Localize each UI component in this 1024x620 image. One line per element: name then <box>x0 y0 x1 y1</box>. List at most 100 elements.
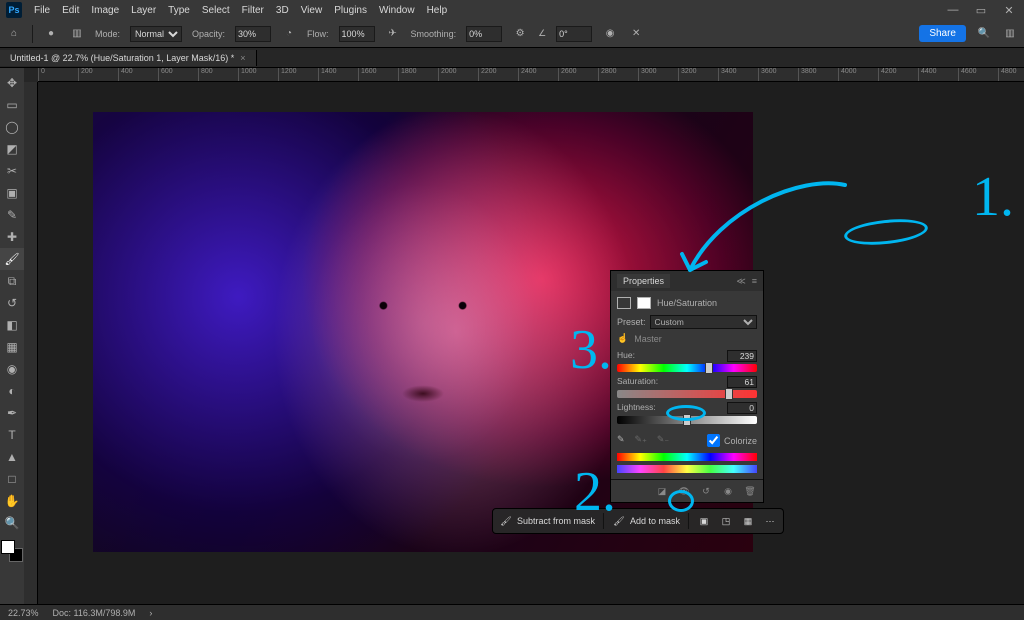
lasso-tool[interactable]: ◯ <box>0 116 24 138</box>
smoothing-label: Smoothing: <box>411 29 457 39</box>
foreground-color-swatch[interactable] <box>1 540 15 554</box>
color-range-label: Master <box>634 334 662 344</box>
mask-settings-icon[interactable]: ▦ <box>741 514 755 528</box>
options-bar: ⌂ ● ▥ Mode: Normal Opacity: ◔ Flow: ✈ Sm… <box>0 20 1024 48</box>
frame-tool[interactable]: ▣ <box>0 182 24 204</box>
blend-mode-select[interactable]: Normal <box>130 26 182 42</box>
menu-file[interactable]: File <box>28 5 56 16</box>
menu-3d[interactable]: 3D <box>270 5 295 16</box>
eyedropper-icon[interactable]: ✎ <box>617 434 625 445</box>
window-controls: — ▭ ✕ <box>944 4 1018 17</box>
lightness-value[interactable]: 0 <box>727 402 757 414</box>
history-brush-tool[interactable]: ↺ <box>0 292 24 314</box>
zoom-level[interactable]: 22.73% <box>8 608 39 618</box>
pressure-size-icon[interactable]: ◉ <box>602 26 618 42</box>
move-tool[interactable]: ✥ <box>0 72 24 94</box>
hue-slider[interactable] <box>617 364 757 372</box>
marquee-tool[interactable]: ▭ <box>0 94 24 116</box>
maximize-button[interactable]: ▭ <box>972 4 990 17</box>
eyedropper-minus-icon[interactable]: ✎₋ <box>657 434 669 445</box>
menu-help[interactable]: Help <box>421 5 454 16</box>
airbrush-icon[interactable]: ✈ <box>385 26 401 42</box>
saturation-slider[interactable] <box>617 390 757 398</box>
eyedropper-plus-icon[interactable]: ✎₊ <box>635 434 647 445</box>
properties-tab[interactable]: Properties <box>617 274 670 288</box>
more-options-icon[interactable]: ⋯ <box>763 514 777 528</box>
opacity-input[interactable] <box>235 26 271 42</box>
menu-view[interactable]: View <box>295 5 329 16</box>
delete-adjustment-icon[interactable]: 🗑 <box>743 484 757 498</box>
document-tab[interactable]: Untitled-1 @ 22.7% (Hue/Saturation 1, La… <box>0 50 257 66</box>
reset-adjustment-icon[interactable]: ↺ <box>699 484 713 498</box>
zoom-tool[interactable]: 🔍 <box>0 512 24 534</box>
brush-settings-icon[interactable]: ▥ <box>69 26 85 42</box>
preset-select[interactable]: Custom <box>650 315 757 329</box>
ruler-vertical[interactable] <box>24 82 38 604</box>
gradient-tool[interactable]: ▦ <box>0 336 24 358</box>
colorize-checkbox[interactable]: Colorize <box>707 430 757 449</box>
subtract-from-mask-button[interactable]: 🖌Subtract from mask <box>499 514 595 528</box>
mask-type-icon[interactable] <box>637 297 651 309</box>
menu-edit[interactable]: Edit <box>56 5 85 16</box>
document-tab-bar: Untitled-1 @ 22.7% (Hue/Saturation 1, La… <box>0 48 1024 68</box>
menu-type[interactable]: Type <box>162 5 196 16</box>
share-button[interactable]: Share <box>919 25 966 42</box>
targeted-adjust-icon[interactable]: ☝ <box>617 333 628 344</box>
angle-input[interactable] <box>556 26 592 42</box>
brush-icon: 🖌 <box>499 514 513 528</box>
symmetry-icon[interactable]: ✕ <box>628 26 644 42</box>
search-icon[interactable]: 🔍 <box>976 26 992 42</box>
pen-tool[interactable]: ✒ <box>0 402 24 424</box>
adjustment-type-icon <box>617 297 631 309</box>
type-tool[interactable]: T <box>0 424 24 446</box>
stamp-tool[interactable]: ⧉ <box>0 270 24 292</box>
workspace-icon[interactable]: ▥ <box>1002 26 1018 42</box>
close-tab-icon[interactable]: × <box>240 53 245 63</box>
menu-select[interactable]: Select <box>196 5 236 16</box>
invert-mask-icon[interactable]: ▣ <box>697 514 711 528</box>
menu-filter[interactable]: Filter <box>236 5 270 16</box>
view-previous-icon[interactable]: 👁 <box>677 484 691 498</box>
hand-tool[interactable]: ✋ <box>0 490 24 512</box>
add-to-mask-button[interactable]: 🖌Add to mask <box>612 514 680 528</box>
path-select-tool[interactable]: ▲ <box>0 446 24 468</box>
canvas-area: 0200400600800100012001400160018002000220… <box>24 68 1024 604</box>
crop-tool[interactable]: ✂ <box>0 160 24 182</box>
blur-tool[interactable]: ◉ <box>0 358 24 380</box>
rectangle-tool[interactable]: □ <box>0 468 24 490</box>
healing-tool[interactable]: ✚ <box>0 226 24 248</box>
ruler-horizontal[interactable]: 0200400600800100012001400160018002000220… <box>38 68 1024 82</box>
smoothing-input[interactable] <box>466 26 502 42</box>
toggle-visibility-icon[interactable]: ◉ <box>721 484 735 498</box>
menu-layer[interactable]: Layer <box>125 5 162 16</box>
doc-size[interactable]: Doc: 116.3M/798.9M <box>53 608 136 618</box>
clip-to-layer-icon[interactable]: ◪ <box>655 484 669 498</box>
flow-input[interactable] <box>339 26 375 42</box>
color-swatches[interactable] <box>1 540 23 562</box>
menu-image[interactable]: Image <box>85 5 125 16</box>
minimize-button[interactable]: — <box>944 4 962 17</box>
saturation-value[interactable]: 61 <box>727 376 757 388</box>
mask-options-icon[interactable]: ◳ <box>719 514 733 528</box>
pressure-opacity-icon[interactable]: ◔ <box>281 26 297 42</box>
opacity-label: Opacity: <box>192 29 225 39</box>
close-button[interactable]: ✕ <box>1000 4 1018 17</box>
brush-icon: 🖌 <box>612 514 626 528</box>
object-select-tool[interactable]: ◩ <box>0 138 24 160</box>
dodge-tool[interactable]: ◐ <box>0 380 24 402</box>
brush-tool[interactable]: 🖌 <box>0 248 24 270</box>
eraser-tool[interactable]: ◧ <box>0 314 24 336</box>
contextual-task-bar: 🖌Subtract from mask 🖌Add to mask ▣ ◳ ▦ ⋯ <box>492 508 784 534</box>
brush-preset-icon[interactable]: ● <box>43 26 59 42</box>
lightness-slider[interactable] <box>617 416 757 424</box>
home-icon[interactable]: ⌂ <box>6 26 22 42</box>
hue-spectrum-shifted <box>617 465 757 473</box>
hue-value[interactable]: 239 <box>727 350 757 362</box>
menu-window[interactable]: Window <box>373 5 421 16</box>
smoothing-options-icon[interactable]: ⚙ <box>512 26 528 42</box>
app-logo: Ps <box>6 2 22 18</box>
eyedropper-tool[interactable]: ✎ <box>0 204 24 226</box>
status-bar: 22.73% Doc: 116.3M/798.9M › <box>0 604 1024 620</box>
flow-label: Flow: <box>307 29 329 39</box>
menu-plugins[interactable]: Plugins <box>328 5 373 16</box>
